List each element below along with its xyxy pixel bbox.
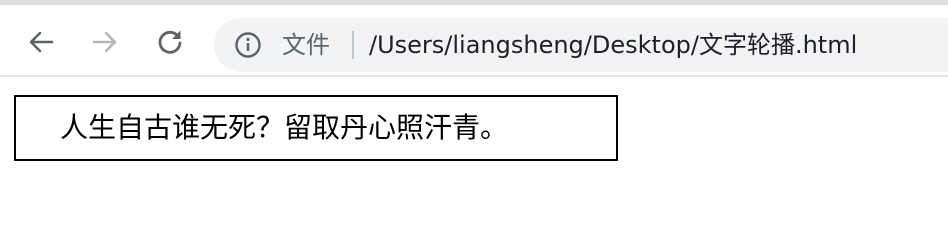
reload-icon <box>158 30 182 54</box>
forward-button[interactable] <box>88 25 122 59</box>
page-content: 人生自古谁无死？留取丹心照汗青。 <box>0 77 948 218</box>
arrow-right-icon <box>92 31 117 53</box>
text-carousel-box: 人生自古谁无死？留取丹心照汗青。 <box>14 95 618 161</box>
back-button[interactable] <box>24 25 58 59</box>
url-text[interactable]: /Users/liangsheng/Desktop/文字轮播.html <box>369 29 857 61</box>
carousel-text: 人生自古谁无死？留取丹心照汗青。 <box>60 111 509 144</box>
arrow-left-icon <box>29 31 54 53</box>
address-bar-divider <box>352 31 354 59</box>
address-bar[interactable]: 文件 /Users/liangsheng/Desktop/文字轮播.html <box>214 18 948 72</box>
browser-toolbar: 文件 /Users/liangsheng/Desktop/文字轮播.html <box>0 5 948 75</box>
info-icon[interactable] <box>234 31 262 59</box>
reload-button[interactable] <box>153 25 187 59</box>
site-security-label[interactable]: 文件 <box>282 31 330 59</box>
